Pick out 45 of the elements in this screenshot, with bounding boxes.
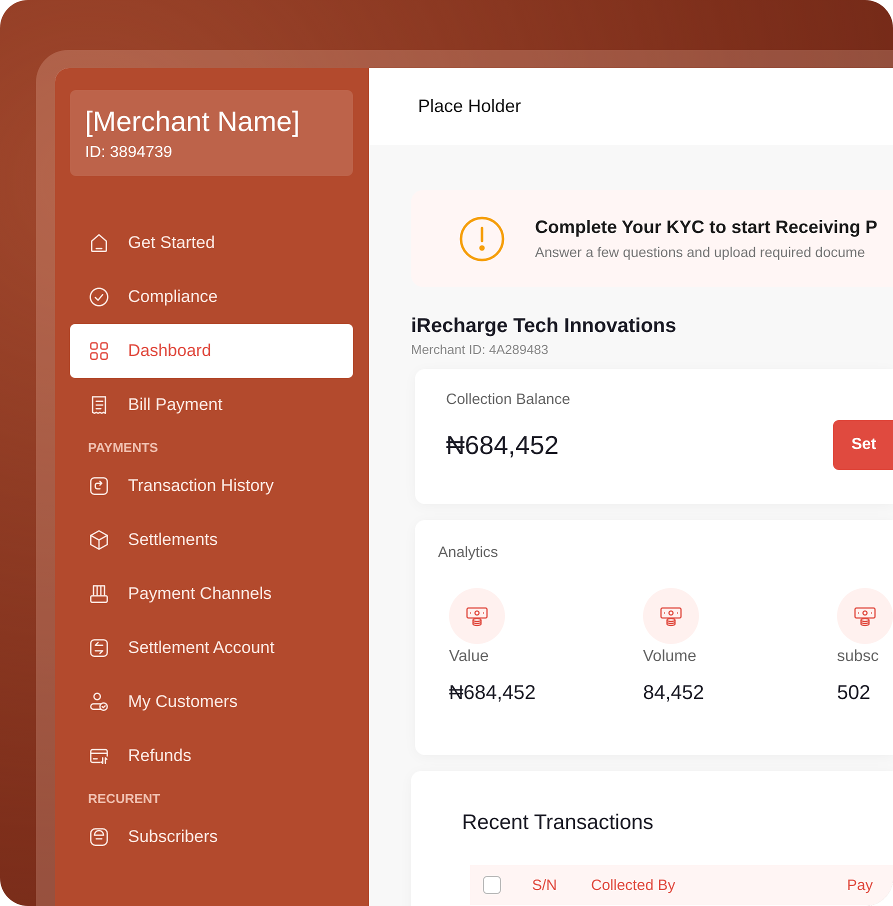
nav-item[interactable]: Bill Payment: [70, 378, 353, 432]
kyc-title: Complete Your KYC to start Receiving P: [535, 217, 878, 238]
transfer-icon: [88, 637, 110, 659]
stat-value: 502: [837, 682, 870, 705]
nav-item[interactable]: Transaction History: [70, 459, 353, 513]
transactions-title: Recent Transactions: [462, 811, 654, 834]
nav-item[interactable]: Refunds: [70, 729, 353, 783]
section-heading: RECURENT: [88, 791, 162, 806]
nav-item[interactable]: Dashboard: [70, 324, 353, 378]
kyc-subtitle: Answer a few questions and upload required docume: [535, 244, 866, 260]
stat-label: subsc: [837, 648, 879, 666]
nav-item[interactable]: My Customers: [70, 675, 353, 729]
balance-label: Collection Balance: [446, 391, 572, 408]
merchant-id: ID: 3894739: [85, 144, 174, 162]
grid-icon: [88, 340, 110, 362]
warning-icon: [459, 216, 505, 262]
nav-item[interactable]: Get Started: [70, 216, 353, 270]
stat-value: 84,452: [643, 682, 704, 705]
nav-item[interactable]: Settlement Account: [70, 621, 353, 675]
pos-terminal-icon: [88, 583, 110, 605]
nav-item[interactable]: Compliance: [70, 270, 353, 324]
analytics-title: Analytics: [438, 544, 498, 561]
check-circle-icon: [88, 286, 110, 308]
subscription-icon: [88, 826, 110, 848]
cube-icon: [88, 529, 110, 551]
nav-item[interactable]: Settlements: [70, 513, 353, 567]
stat-label: Volume: [643, 648, 696, 666]
section-heading: PAYMENTS: [88, 440, 160, 455]
stat-label: Value: [449, 648, 489, 666]
select-all-checkbox[interactable]: [483, 876, 501, 894]
column-header: Pay: [847, 876, 874, 894]
user-check-icon: [88, 691, 110, 713]
column-header: Collected By: [591, 876, 676, 894]
merchant-id: Merchant ID: 4A289483: [411, 342, 550, 357]
company-name: iRecharge Tech Innovations: [411, 315, 678, 338]
nav-item[interactable]: Payment Channels: [70, 567, 353, 621]
page-title: Place Holder: [418, 96, 522, 117]
stat-value: ₦684,452: [449, 682, 536, 705]
settle-button[interactable]: Set: [833, 420, 893, 470]
nav-item[interactable]: Subscribers: [70, 810, 353, 864]
balance-amount: ₦684,452: [446, 430, 560, 460]
refresh-square-icon: [88, 475, 110, 497]
merchant-name: [Merchant Name]: [85, 106, 301, 138]
column-header: S/N: [532, 876, 558, 894]
home-icon: [88, 232, 110, 254]
